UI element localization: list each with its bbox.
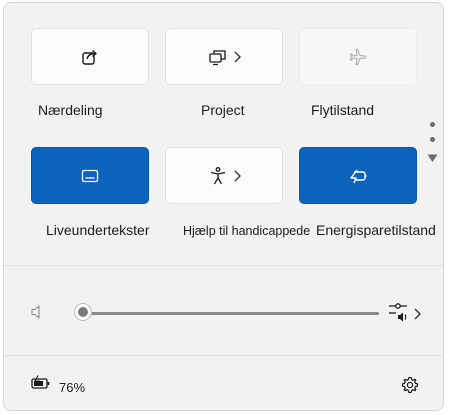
divider [4, 355, 443, 356]
tile-airplane-mode [299, 28, 417, 85]
tile-project[interactable] [165, 28, 283, 85]
accessibility-icon [210, 166, 226, 184]
gear-icon[interactable] [401, 376, 419, 394]
battery-charging-icon[interactable] [30, 375, 52, 391]
share-icon [82, 49, 97, 65]
captions-icon [81, 169, 99, 182]
project-icon [209, 49, 226, 65]
tile-airplane-mode-label: Flytilstand [311, 102, 375, 118]
audio-output-icon[interactable] [388, 302, 410, 324]
airplane-icon [349, 48, 367, 65]
tile-battery-saver[interactable] [299, 147, 417, 204]
speaker-muted-icon[interactable] [30, 304, 44, 320]
chevron-right-icon[interactable] [232, 169, 242, 183]
tile-live-captions-label: Liveundertekster [46, 222, 150, 238]
tile-accessibility-label: Hjælp til handicappede [183, 224, 311, 238]
page-dot[interactable] [430, 122, 435, 127]
chevron-right-icon[interactable] [232, 50, 242, 64]
volume-slider-track[interactable] [83, 312, 379, 315]
tile-project-label: Project [201, 102, 245, 118]
battery-percent[interactable]: 76% [59, 380, 85, 395]
battery-saver-icon [350, 169, 367, 183]
tile-nearby-share[interactable] [31, 28, 149, 85]
chevron-right-icon[interactable] [412, 307, 422, 321]
quick-settings-panel: Nærdeling Project Flytilstand Liveundert… [3, 2, 444, 411]
tile-accessibility[interactable] [165, 147, 283, 204]
tile-nearby-share-label: Nærdeling [38, 102, 103, 118]
divider [4, 265, 443, 266]
page-dot[interactable] [430, 137, 435, 142]
volume-slider-thumb[interactable] [74, 303, 92, 321]
tile-battery-saver-label: Energisparetilstand [316, 222, 436, 238]
scroll-down-icon[interactable] [427, 154, 438, 163]
tile-live-captions[interactable] [31, 147, 149, 204]
